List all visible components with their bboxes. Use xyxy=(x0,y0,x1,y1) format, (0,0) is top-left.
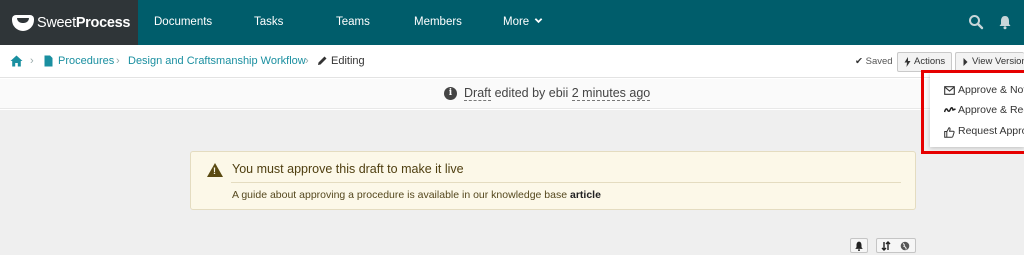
bolt-icon xyxy=(904,57,911,67)
nav-item-more[interactable]: More xyxy=(503,0,543,45)
saved-status: ✔ Saved xyxy=(855,56,893,67)
nav-item-teams[interactable]: Teams xyxy=(336,0,370,45)
article-link[interactable]: article xyxy=(570,189,601,201)
globe-icon xyxy=(900,241,910,251)
view-version-button[interactable]: View Version xyxy=(955,52,1024,72)
alert-body-text: A guide about approving a procedure is a… xyxy=(232,189,568,201)
draft-time: 2 minutes ago xyxy=(571,86,651,101)
caret-right-icon xyxy=(963,58,968,66)
actions-label: Actions xyxy=(914,56,946,67)
pencil-icon xyxy=(318,56,327,65)
sort-language-button[interactable] xyxy=(876,238,916,253)
approval-warning-alert: You must approve this draft to make it l… xyxy=(190,151,916,210)
chevron-down-icon xyxy=(535,18,543,24)
home-icon[interactable] xyxy=(10,55,23,67)
saved-label: Saved xyxy=(865,56,893,67)
annotation-highlight-box xyxy=(921,70,1024,154)
breadcrumb-separator: › xyxy=(30,55,34,67)
check-icon: ✔ xyxy=(855,56,863,67)
logo-bowl-icon xyxy=(12,14,34,31)
nav-item-more-label: More xyxy=(503,16,530,28)
nav-item-members[interactable]: Members xyxy=(414,0,462,45)
nav-item-tasks[interactable]: Tasks xyxy=(254,0,283,45)
top-navigation-bar: SweetProcess Documents Tasks Teams Membe… xyxy=(0,0,1024,45)
bell-icon[interactable] xyxy=(997,14,1013,30)
search-icon[interactable] xyxy=(968,14,984,30)
breadcrumb-separator: › xyxy=(116,55,120,67)
nav-item-documents[interactable]: Documents xyxy=(154,0,212,45)
draft-label[interactable]: Draft xyxy=(464,86,492,101)
sort-icon xyxy=(881,241,891,251)
warning-icon xyxy=(207,163,223,177)
actions-button[interactable]: Actions xyxy=(897,52,952,72)
breadcrumb-current: Editing xyxy=(331,55,365,67)
alert-divider xyxy=(231,182,901,183)
alert-title: You must approve this draft to make it l… xyxy=(232,162,464,176)
view-version-label: View Version xyxy=(972,56,1024,67)
draft-status: Draft edited by ebii 2 minutes ago xyxy=(464,86,651,101)
breadcrumb-procedure-title[interactable]: Design and Craftsmanship Workflow xyxy=(128,55,306,67)
alert-body: A guide about approving a procedure is a… xyxy=(232,189,601,201)
bell-icon xyxy=(855,241,863,251)
breadcrumb-separator: › xyxy=(305,55,309,67)
logo[interactable]: SweetProcess xyxy=(0,0,138,45)
notify-toggle-button[interactable] xyxy=(850,238,868,253)
document-icon xyxy=(44,55,53,67)
breadcrumb-procedures[interactable]: Procedures xyxy=(58,55,114,67)
breadcrumb: › Procedures › Design and Craftsmanship … xyxy=(0,45,1024,78)
logo-text: SweetProcess xyxy=(37,14,131,31)
draft-editor: edited by ebii xyxy=(494,86,569,100)
info-icon: i xyxy=(444,87,457,100)
